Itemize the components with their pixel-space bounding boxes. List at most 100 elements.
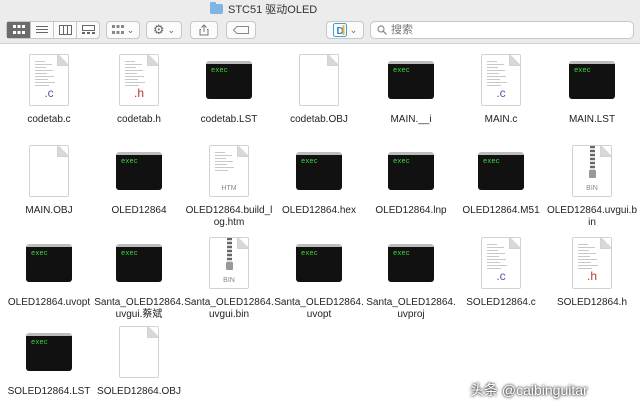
exec-terminal-icon: exec (296, 152, 342, 190)
file-name-label: codetab.OBJ (290, 114, 348, 125)
file-item[interactable]: exec MAIN.LST (546, 50, 638, 126)
file-name-label: MAIN.__i (390, 114, 432, 125)
exec-terminal-icon: exec (26, 244, 72, 282)
file-item[interactable]: exec SOLED12864.LST (3, 322, 95, 398)
file-item[interactable]: .c SOLED12864.c (455, 233, 547, 309)
column-view-button[interactable] (54, 22, 77, 38)
file-icon-wrapper: .h (546, 233, 638, 293)
file-item[interactable]: exec Santa_OLED12864.uvgui.蔡斌 (93, 233, 185, 321)
gear-icon: ⚙ (152, 22, 165, 37)
search-field[interactable] (370, 21, 634, 39)
list-view-icon (36, 26, 48, 33)
file-item[interactable]: exec Santa_OLED12864.uvopt (273, 233, 365, 321)
exec-icon-text: exec (393, 67, 410, 75)
file-extension-badge: .c (496, 86, 506, 100)
share-button[interactable] (190, 21, 218, 39)
file-item[interactable]: BIN Santa_OLED12864.uvgui.bin (183, 233, 275, 321)
file-item[interactable]: .c codetab.c (3, 50, 95, 126)
file-icon-wrapper (3, 141, 95, 201)
window-title-text: STC51 驱动OLED (228, 3, 318, 16)
file-name-label: MAIN.c (484, 114, 518, 125)
file-item[interactable]: exec codetab.LST (183, 50, 275, 126)
file-item[interactable]: .c MAIN.c (455, 50, 547, 126)
arrange-button[interactable]: ⌄ (106, 21, 140, 39)
file-item[interactable]: .h codetab.h (93, 50, 185, 126)
action-button[interactable]: ⚙ ⌄ (146, 21, 182, 39)
folder-icon (210, 1, 223, 14)
file-icon-wrapper: exec (365, 141, 457, 201)
column-view-icon (58, 25, 72, 35)
gallery-view-icon (81, 25, 95, 34)
exec-terminal-icon: exec (116, 244, 162, 282)
text-lines-decoration (487, 61, 509, 88)
file-extension-badge: HTM (221, 185, 237, 192)
exec-icon-text: exec (301, 158, 318, 166)
blank-document-icon (299, 54, 339, 106)
file-extension-badge: BIN (586, 185, 598, 192)
bin-document-icon: BIN (572, 145, 612, 197)
text-lines-decoration (487, 244, 509, 271)
file-icon-wrapper: exec (546, 50, 638, 110)
zipper-decoration (226, 238, 233, 270)
file-name-label: OLED12864.build_log.htm (185, 205, 273, 228)
exec-terminal-icon: exec (116, 152, 162, 190)
file-name-label: MAIN.LST (568, 114, 616, 125)
h-document-icon: .h (119, 54, 159, 106)
list-view-button[interactable] (31, 22, 54, 38)
file-name-label: Santa_OLED12864.uvgui.bin (184, 297, 274, 320)
chevron-down-icon: ⌄ (167, 24, 176, 35)
share-icon (199, 24, 209, 36)
file-icon-wrapper: exec (365, 233, 457, 293)
file-icon-wrapper: exec (3, 233, 95, 293)
icon-view-icon (12, 25, 25, 34)
file-name-label: Santa_OLED12864.uvproj (366, 297, 456, 320)
file-item[interactable]: HTM OLED12864.build_log.htm (183, 141, 275, 229)
h-document-icon: .h (572, 237, 612, 289)
file-item[interactable]: .h SOLED12864.h (546, 233, 638, 309)
c-document-icon: .c (29, 54, 69, 106)
file-name-label: OLED12864.lnp (375, 205, 447, 216)
file-name-label: Santa_OLED12864.uvgui.蔡斌 (94, 297, 184, 320)
file-item[interactable]: exec OLED12864.uvopt (3, 233, 95, 309)
file-name-label: SOLED12864.c (466, 297, 536, 308)
file-item[interactable]: exec Santa_OLED12864.uvproj (365, 233, 457, 321)
file-name-label: OLED12864.hex (282, 205, 356, 216)
text-lines-decoration (215, 152, 237, 173)
file-item[interactable]: exec OLED12864.lnp (365, 141, 457, 217)
file-item[interactable]: exec OLED12864.M51 (455, 141, 547, 217)
title-bar: STC51 驱动OLED (0, 0, 640, 17)
file-extension-badge: .c (496, 269, 506, 283)
htm-document-icon: HTM (209, 145, 249, 197)
group-grid-icon (111, 25, 124, 34)
icon-view-button[interactable] (7, 22, 31, 38)
exec-terminal-icon: exec (569, 61, 615, 99)
file-extension-badge: .c (44, 86, 54, 100)
watermark: 头条 @caibinguitar (470, 382, 588, 398)
file-icon-wrapper: exec (93, 233, 185, 293)
file-item[interactable]: exec OLED12864 (93, 141, 185, 217)
file-icon-wrapper: .c (455, 50, 547, 110)
file-item[interactable]: exec MAIN.__i (365, 50, 457, 126)
file-item[interactable]: codetab.OBJ (273, 50, 365, 126)
file-item[interactable]: MAIN.OBJ (3, 141, 95, 217)
tag-button[interactable] (226, 21, 256, 39)
exec-terminal-icon: exec (296, 244, 342, 282)
exec-terminal-icon: exec (478, 152, 524, 190)
file-item[interactable]: SOLED12864.OBJ (93, 322, 185, 398)
file-item[interactable]: BIN OLED12864.uvgui.bin (546, 141, 638, 229)
exec-icon-text: exec (574, 67, 591, 75)
file-icon-wrapper: .c (3, 50, 95, 110)
file-name-label: OLED12864.uvgui.bin (546, 205, 638, 228)
text-lines-decoration (125, 61, 147, 88)
search-input[interactable] (391, 24, 591, 36)
open-with-app-button[interactable]: D ⌄ (326, 21, 364, 39)
file-icon-wrapper: exec (273, 141, 365, 201)
c-document-icon: .c (481, 54, 521, 106)
file-icon-wrapper: .c (455, 233, 547, 293)
text-lines-decoration (35, 61, 57, 88)
file-item[interactable]: exec OLED12864.hex (273, 141, 365, 217)
file-icon-wrapper: HTM (183, 141, 275, 201)
gallery-view-button[interactable] (77, 22, 99, 38)
exec-icon-text: exec (301, 250, 318, 258)
text-lines-decoration (578, 244, 600, 271)
